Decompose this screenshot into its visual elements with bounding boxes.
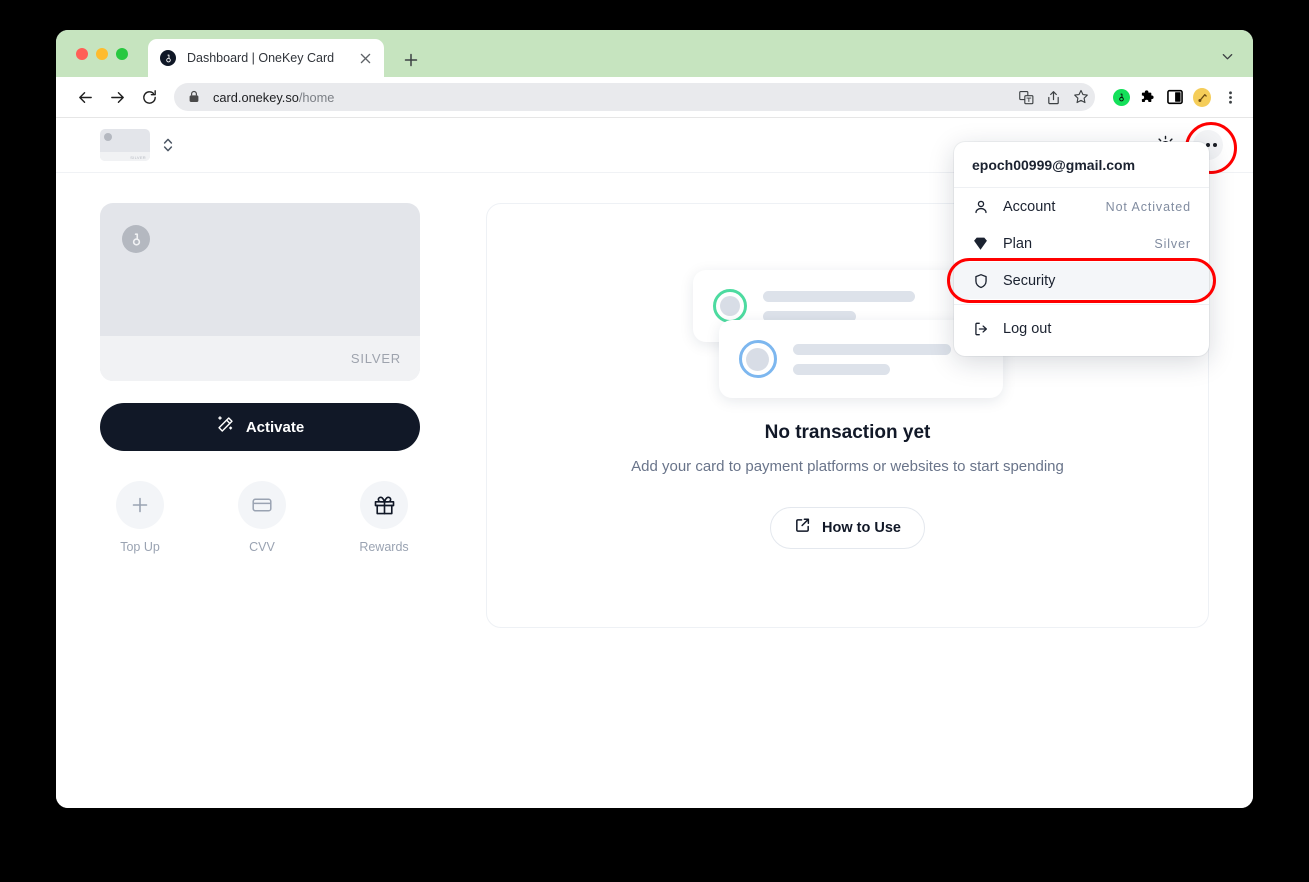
browser-window: Dashboard | OneKey Card card.onekey.so/h… [56, 30, 1253, 808]
magic-wand-icon [216, 415, 235, 439]
card-selector[interactable]: SILVER [100, 129, 175, 161]
card-tier-label: SILVER [350, 351, 401, 366]
address-bar[interactable]: card.onekey.so/home [174, 83, 1095, 111]
credit-card[interactable]: SILVER [100, 203, 420, 381]
browser-toolbar: card.onekey.so/home [56, 77, 1253, 118]
skeleton-avatar-blue [738, 340, 777, 378]
new-tab-button[interactable] [398, 47, 424, 73]
close-window-button[interactable] [76, 48, 88, 60]
menu-item-value: Silver [1154, 236, 1191, 251]
share-icon[interactable] [1045, 89, 1062, 106]
browser-menu-icon[interactable] [1221, 88, 1239, 106]
back-arrow-icon[interactable] [70, 82, 100, 112]
menu-item-value: Not Activated [1105, 199, 1191, 214]
account-email-row: epoch00999@gmail.com [954, 142, 1209, 188]
minimize-window-button[interactable] [96, 48, 108, 60]
account-email: epoch00999@gmail.com [972, 157, 1136, 173]
menu-item-label: Plan [1003, 235, 1033, 252]
quick-action-label: CVV [249, 540, 275, 554]
browser-tab-strip: Dashboard | OneKey Card [56, 30, 1253, 77]
account-dropdown-menu: epoch00999@gmail.com Account Not Activat… [947, 142, 1216, 356]
menu-item-plan[interactable]: Plan Silver [954, 225, 1209, 262]
empty-state-title: No transaction yet [764, 422, 931, 443]
how-to-use-label: How to Use [822, 520, 901, 536]
external-link-icon [794, 517, 811, 539]
how-to-use-button[interactable]: How to Use [770, 507, 925, 549]
chevron-updown-icon[interactable] [161, 135, 175, 155]
menu-item-security[interactable]: Security [947, 258, 1216, 303]
credit-card-footer: SILVER [100, 336, 420, 381]
gift-icon [360, 481, 408, 529]
translate-icon[interactable] [1018, 89, 1035, 106]
menu-divider [954, 304, 1209, 305]
puzzle-extensions-icon[interactable] [1139, 88, 1157, 106]
mini-card-logo-icon [104, 133, 112, 141]
credit-card-icon [238, 481, 286, 529]
card-column: SILVER Activate Top Up CVV Rewards [100, 203, 420, 628]
lock-icon [188, 90, 202, 104]
menu-item-label: Security [1003, 272, 1056, 289]
activate-label: Activate [245, 418, 305, 436]
address-bar-url: card.onekey.so/home [213, 90, 334, 105]
close-icon[interactable] [356, 49, 374, 67]
omnibox-actions [1018, 83, 1089, 111]
menu-item-logout[interactable]: Log out [954, 310, 1209, 347]
tab-title: Dashboard | OneKey Card [187, 51, 335, 65]
logout-icon [972, 320, 989, 337]
quick-action-cvv[interactable]: CVV [234, 481, 290, 554]
url-path: /home [298, 89, 335, 105]
quick-action-label: Top Up [120, 540, 160, 554]
quick-action-label: Rewards [359, 540, 409, 554]
person-icon [972, 198, 989, 215]
window-traffic-lights [76, 48, 128, 60]
menu-item-account[interactable]: Account Not Activated [954, 188, 1209, 225]
forward-arrow-icon[interactable] [102, 82, 132, 112]
onekey-extension-icon[interactable] [1112, 88, 1130, 106]
onekey-logo-icon [122, 225, 150, 253]
activate-button[interactable]: Activate [100, 403, 420, 451]
plus-icon [116, 481, 164, 529]
browser-tab[interactable]: Dashboard | OneKey Card [148, 39, 384, 77]
bookmark-star-icon[interactable] [1072, 89, 1089, 106]
quick-action-top-up[interactable]: Top Up [112, 481, 168, 554]
diamond-icon [972, 235, 989, 252]
menu-item-label: Log out [1003, 320, 1052, 337]
quick-actions: Top Up CVV Rewards [100, 481, 420, 554]
page-content: SILVER SILVER Activate Top Up CVV Reward… [56, 118, 1253, 808]
sidebar-panel-icon[interactable] [1166, 88, 1184, 106]
skeleton-avatar-green [712, 289, 747, 323]
reload-icon[interactable] [134, 82, 164, 112]
mini-card-footer: SILVER [100, 152, 150, 161]
maximize-window-button[interactable] [116, 48, 128, 60]
mini-card-tier-label: SILVER [130, 154, 146, 160]
url-domain: card.onekey.so [213, 89, 299, 105]
profile-avatar-icon[interactable] [1193, 87, 1211, 107]
menu-item-label: Account [1003, 198, 1056, 215]
mini-card-thumbnail: SILVER [100, 129, 150, 161]
chevron-down-icon[interactable] [1215, 44, 1239, 68]
shield-icon [972, 272, 989, 289]
quick-action-rewards[interactable]: Rewards [356, 481, 412, 554]
empty-state-subtitle: Add your card to payment platforms or we… [631, 458, 1064, 475]
onekey-logo-icon [160, 50, 176, 66]
